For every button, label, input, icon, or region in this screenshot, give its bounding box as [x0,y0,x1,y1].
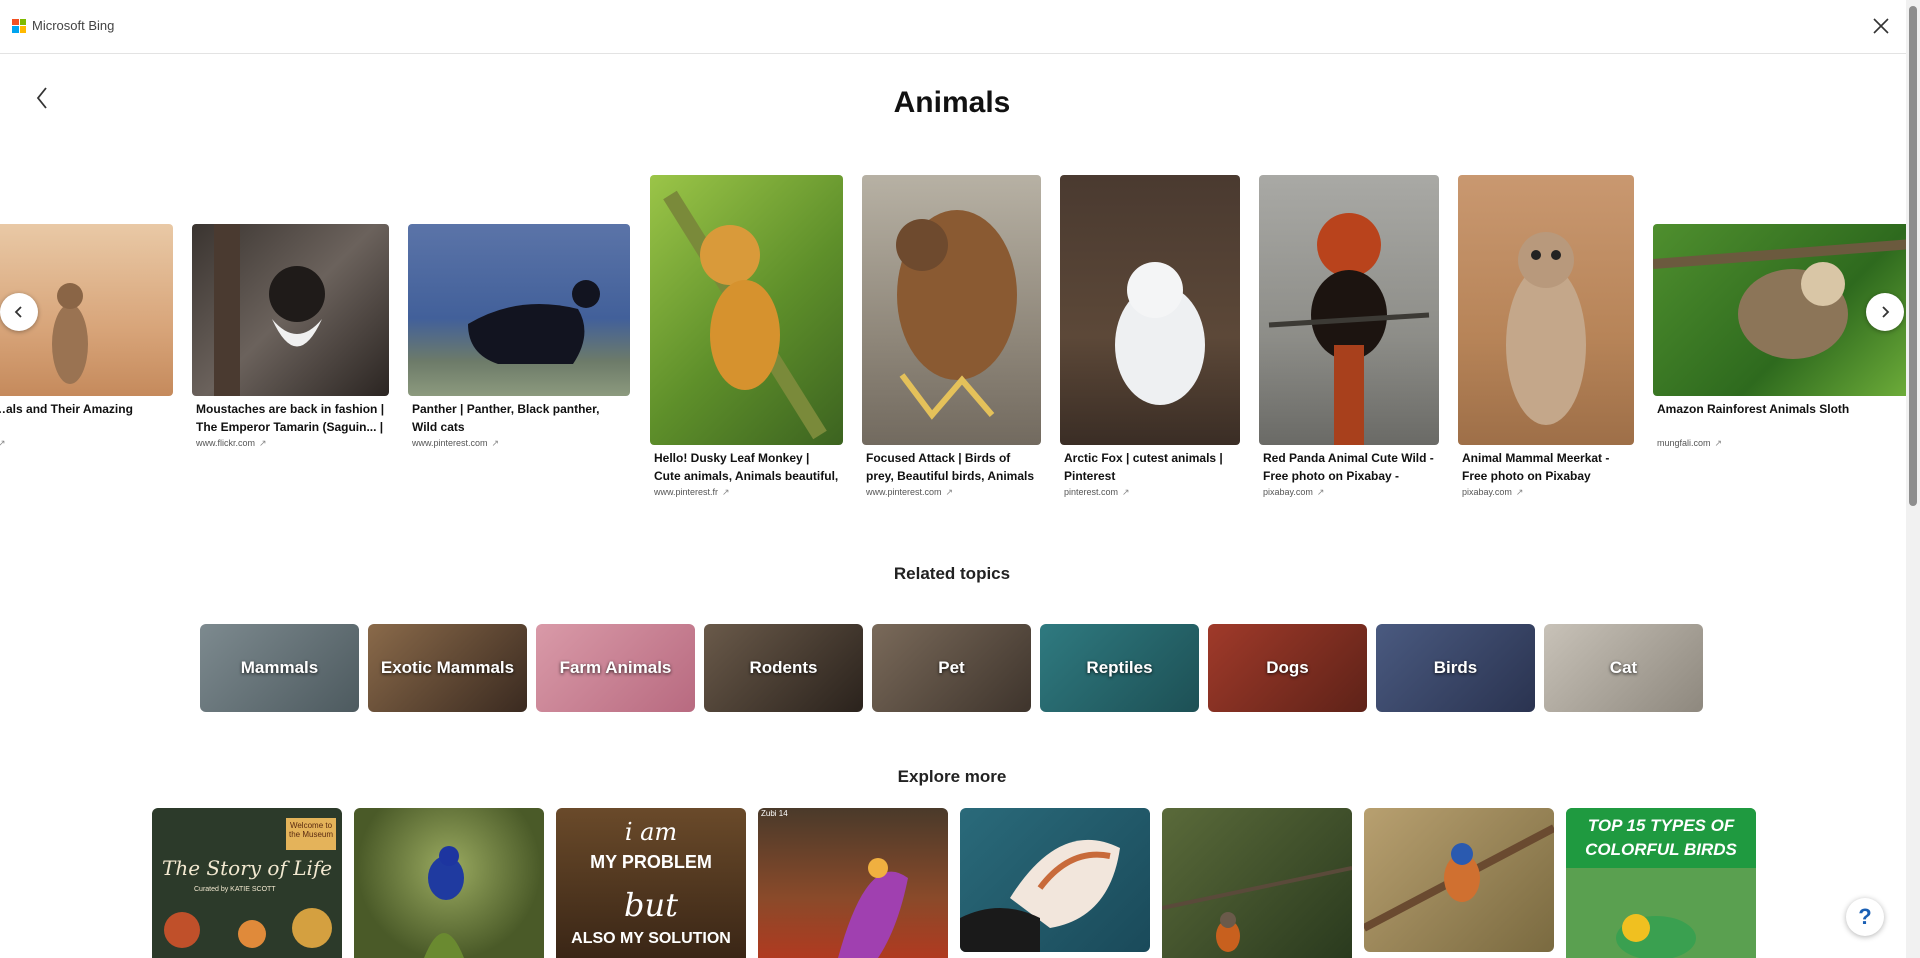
headline: TOP 15 TYPES OF [1587,816,1735,835]
card-source: mungfali.com ↗ [1657,438,1723,448]
scrollbar[interactable] [1906,0,1920,958]
explore-item-seashell[interactable] [960,808,1150,952]
poster-text: ALSO MY SOLUTION [571,930,731,947]
topic-rodents[interactable]: Rodents [704,624,863,712]
topic-reptiles[interactable]: Reptiles [1040,624,1199,712]
page-title: Animals [893,86,1011,119]
card-caption: Focused Attack | Birds of prey, Beautifu… [866,451,1035,483]
explore-item-eastern-bluebird[interactable] [1364,808,1554,952]
card-caption: Panther | Panther, Black panther, Wild c… [412,402,600,434]
topic-label: Mammals [240,658,319,677]
carousel-card[interactable]: …als and Their Amazing ↗ [0,224,173,449]
card-caption: Moustaches are back in fashion | The Emp… [196,402,385,434]
topic-mammals[interactable]: Mammals [200,624,359,712]
card-caption: …als and Their Amazing [0,402,133,416]
poster-text: but [624,886,678,924]
card-source: www.pinterest.com ↗ [866,487,954,497]
carousel-card[interactable]: Red Panda Animal Cute Wild - Free photo … [1259,175,1439,498]
explore-item-robin[interactable] [1162,808,1352,958]
help-button[interactable]: ? [1846,898,1884,936]
card-caption: Animal Mammal Meerkat - Free photo on Pi… [1462,451,1610,483]
carousel-card[interactable]: Focused Attack | Birds of prey, Beautifu… [862,175,1041,498]
external-link-icon: ↗ [1714,438,1723,448]
carousel-card[interactable]: Animal Mammal Meerkat - Free photo on Pi… [1458,175,1634,498]
topic-exotic-mammals[interactable]: Exotic Mammals [368,624,527,712]
carousel-card[interactable]: Amazon Rainforest Animals Sloth mungfali… [1653,224,1906,449]
explore-item-story-of-life[interactable]: Welcome to the Museum The Story of Life … [152,808,342,958]
carousel-card[interactable]: Hello! Dusky Leaf Monkey | Cute animals,… [650,175,843,498]
topic-label: Cat [1609,658,1638,677]
explore-more-title: Explore more [897,767,1007,786]
external-link-icon: ↗ [0,438,6,448]
topic-farm-animals[interactable]: Farm Animals [536,624,695,712]
topic-label: Exotic Mammals [380,658,515,677]
topic-dogs[interactable]: Dogs [1208,624,1367,712]
meerkat-image [1458,175,1634,445]
chevron-left-icon [14,306,22,318]
book-badge: Welcome to the Museum [286,818,336,850]
external-link-icon: ↗ [945,487,954,497]
book-title: The Story of Life [162,856,333,880]
card-source: pinterest.com ↗ [1064,487,1130,497]
card-source: www.pinterest.com ↗ [412,438,500,448]
topic-label: Rodents [749,658,818,677]
card-source: pixabay.com ↗ [1263,487,1325,497]
explore-item-colorful-flower[interactable]: Zubi 14 [758,808,948,958]
topic-label: Dogs [1266,658,1309,677]
topic-cat[interactable]: Cat [1544,624,1703,712]
image-tag: Zubi 14 [761,809,788,818]
topic-label: Birds [1433,658,1478,677]
carousel-card[interactable]: Panther | Panther, Black panther, Wild c… [408,224,630,449]
headline: COLORFUL BIRDS [1585,840,1737,859]
related-topics-title: Related topics [893,564,1011,583]
brand-label: Microsoft Bing [32,18,115,33]
topic-label: Reptiles [1086,658,1153,677]
topic-label: Farm Animals [559,658,672,677]
external-link-icon: ↗ [1515,487,1524,497]
chevron-right-icon [1882,306,1890,318]
external-link-icon: ↗ [722,487,730,497]
topic-pet[interactable]: Pet [872,624,1031,712]
panther-image [408,224,630,396]
explore-item-quote-poster[interactable]: i am MY PROBLEM but ALSO MY SOLUTION [556,808,746,958]
explore-more-list: Welcome to the Museum The Story of Life … [152,808,1756,958]
carousel-card[interactable]: Arctic Fox | cutest animals | Pinterest … [1060,175,1240,498]
related-topics-list: Mammals Exotic Mammals Farm Animals Rode… [200,624,1703,712]
card-source: www.pinterest.fr ↗ [654,487,730,497]
red-panda-image [1259,175,1439,445]
carousel-card[interactable]: Moustaches are back in fashion | The Emp… [192,224,389,449]
explore-item-indigo-bunting[interactable] [354,808,544,958]
explore-item-colorful-birds[interactable]: TOP 15 TYPES OF COLORFUL BIRDS [1566,808,1756,958]
external-link-icon: ↗ [491,438,500,448]
card-caption: Arctic Fox | cutest animals | Pinterest [1064,451,1223,483]
external-link-icon: ↗ [1316,487,1325,497]
dusky-leaf-monkey-image [650,175,843,445]
brand[interactable]: Microsoft Bing [12,18,114,33]
hawk-image [862,175,1041,445]
card-source: pixabay.com ↗ [1462,487,1524,497]
carousel-next-button[interactable] [1866,293,1904,331]
book-author: Curated by KATIE SCOTT [194,886,276,893]
card-caption: Hello! Dusky Leaf Monkey | Cute animals,… [654,451,839,483]
scrollbar-thumb[interactable] [1909,6,1917,506]
top-bar: Microsoft Bing [0,0,1920,54]
arctic-fox-image [1060,175,1240,445]
poster-text: MY PROBLEM [590,852,712,872]
external-link-icon: ↗ [259,438,267,448]
poster-text: i am [624,818,678,846]
card-source: ↗ [0,438,173,449]
topic-birds[interactable]: Birds [1376,624,1535,712]
tamarin-image [192,224,389,396]
help-icon: ? [1858,904,1872,929]
carousel-prev-button[interactable] [0,293,38,331]
card-caption: Amazon Rainforest Animals Sloth [1657,402,1850,416]
microsoft-logo-icon [12,18,26,33]
card-caption: Red Panda Animal Cute Wild - Free photo … [1263,451,1434,483]
image-carousel: …als and Their Amazing ↗ Moustaches are … [0,170,1906,500]
close-icon[interactable] [1868,14,1894,40]
card-source: www.flickr.com ↗ [196,438,267,448]
external-link-icon: ↗ [1122,487,1130,497]
topic-label: Pet [938,658,965,677]
